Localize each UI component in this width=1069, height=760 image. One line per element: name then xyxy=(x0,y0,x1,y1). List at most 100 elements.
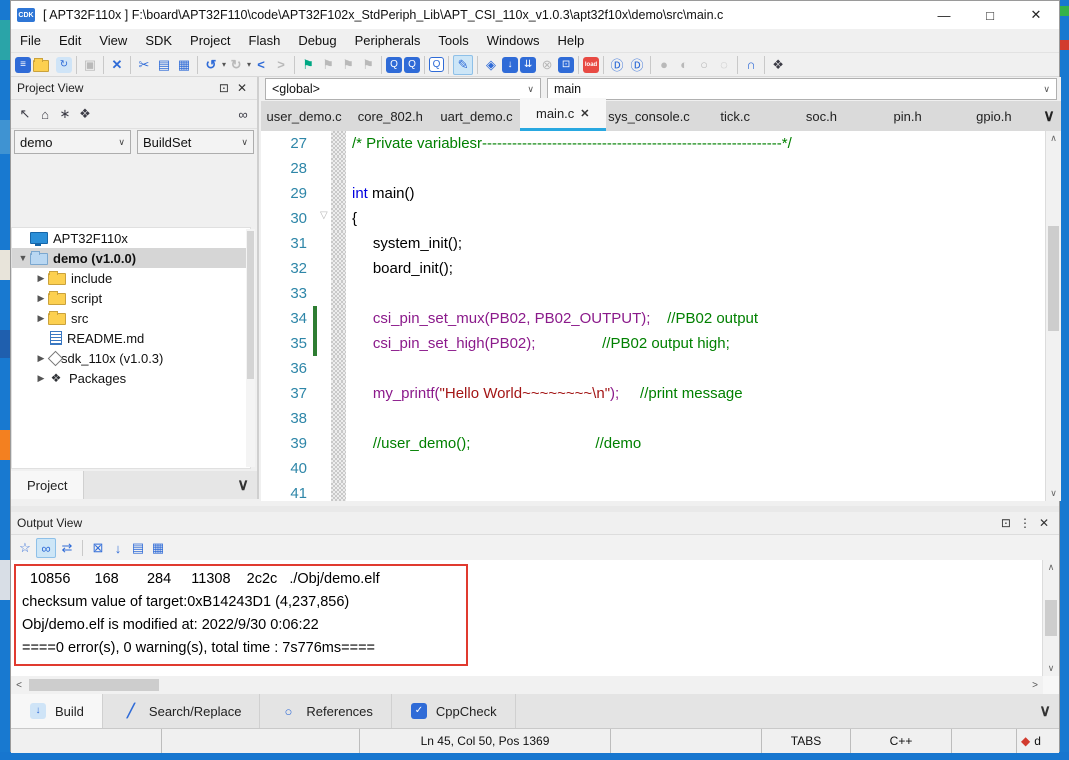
menu-item-flash[interactable]: Flash xyxy=(240,29,290,53)
dropdown-caret-icon[interactable]: ▾ xyxy=(222,60,226,69)
close-button[interactable]: ✕ xyxy=(1013,1,1059,29)
tab-sys_console-c[interactable]: sys_console.c xyxy=(606,101,692,131)
undo-icon[interactable]: ↺ xyxy=(202,56,220,74)
tree-item-include[interactable]: ▶include xyxy=(12,268,250,288)
menu-item-windows[interactable]: Windows xyxy=(478,29,549,53)
expander-icon[interactable]: ▶ xyxy=(34,273,48,284)
debug-alt-icon[interactable]: Ⓓ xyxy=(628,56,646,74)
favorite-icon[interactable]: ☆ xyxy=(16,539,34,557)
menu-item-view[interactable]: View xyxy=(90,29,136,53)
output-horizontal-scrollbar[interactable]: < > xyxy=(11,676,1043,694)
scroll-up-icon[interactable]: ∧ xyxy=(1046,131,1061,146)
link-icon[interactable]: ∞ xyxy=(36,538,56,558)
tab-cppcheck[interactable]: ✓CppCheck xyxy=(392,694,516,728)
title-bar[interactable]: CDK [ APT32F110x ] F:\board\APT32F110\co… xyxy=(11,1,1059,29)
close-panel-icon[interactable]: ✕ xyxy=(233,81,251,95)
maximize-button[interactable]: □ xyxy=(967,1,1013,29)
breakpoint-icon[interactable]: ● xyxy=(655,56,673,74)
bookmark-icon[interactable]: ⚑ xyxy=(299,56,317,74)
tree-item-packages[interactable]: ▶❖Packages xyxy=(12,368,250,388)
breakpoint-clear-icon[interactable]: ◌ xyxy=(715,56,733,74)
find-in-files-icon[interactable]: Q xyxy=(429,57,444,72)
packages-icon[interactable]: ❖ xyxy=(76,105,94,123)
expander-icon[interactable]: ▶ xyxy=(34,353,48,364)
tab-gpio-h[interactable]: gpio.h xyxy=(951,101,1037,131)
tab-soc-h[interactable]: soc.h xyxy=(778,101,864,131)
tree-item-demo[interactable]: ▼demo (v1.0.0) xyxy=(12,248,250,268)
expander-icon[interactable]: ▶ xyxy=(34,313,48,324)
expander-icon[interactable]: ▶ xyxy=(34,293,48,304)
fold-collapse-icon[interactable]: ▽ xyxy=(320,210,328,221)
close-file-icon[interactable]: ✕ xyxy=(108,56,126,74)
menu-item-sdk[interactable]: SDK xyxy=(136,29,181,53)
package-manager-icon[interactable]: ❖ xyxy=(769,56,787,74)
tab-uart_demo-c[interactable]: uart_demo.c xyxy=(433,101,519,131)
tab-search-replace[interactable]: ╱Search/Replace xyxy=(103,694,261,728)
vcs-indicator[interactable]: ◆ d xyxy=(1017,729,1059,753)
menu-item-help[interactable]: Help xyxy=(549,29,594,53)
tab-pin-h[interactable]: pin.h xyxy=(865,101,951,131)
minimize-button[interactable]: — xyxy=(921,1,967,29)
paste-output-icon[interactable]: ▦ xyxy=(149,539,167,557)
tree-item-sdk_110x[interactable]: ▶sdk_110x (v1.0.3) xyxy=(12,348,250,368)
copy-icon[interactable]: ▤ xyxy=(155,56,173,74)
float-panel-icon[interactable]: ⊡ xyxy=(215,81,233,95)
scrollbar-thumb[interactable] xyxy=(1048,226,1059,331)
close-panel-icon[interactable]: ✕ xyxy=(1035,516,1053,530)
copy-output-icon[interactable]: ▤ xyxy=(129,539,147,557)
scope-dropdown[interactable]: <global> ∨ xyxy=(265,78,541,100)
expander-icon[interactable]: ▼ xyxy=(16,253,30,263)
flash-download-icon[interactable]: ↓ xyxy=(502,57,518,73)
sync-icon[interactable]: ↻ xyxy=(56,57,72,73)
open-folder-icon[interactable] xyxy=(33,56,54,74)
target-dropdown[interactable]: demo ∨ xyxy=(14,130,131,154)
clear-output-icon[interactable]: ⊠ xyxy=(89,539,107,557)
expander-icon[interactable]: ▶ xyxy=(34,373,48,384)
tree-item-src[interactable]: ▶src xyxy=(12,308,250,328)
bookmark-next-icon[interactable]: ⚑ xyxy=(319,56,337,74)
chevron-down-icon[interactable]: ∨ xyxy=(1039,701,1059,721)
tree-item-readme.md[interactable]: README.md xyxy=(12,328,250,348)
flash-download-all-icon[interactable]: ⇊ xyxy=(520,57,536,73)
nav-back-icon[interactable]: < xyxy=(252,56,270,74)
close-tab-icon[interactable]: ✕ xyxy=(580,107,589,120)
output-vertical-scrollbar[interactable]: ∧ ∨ xyxy=(1042,560,1059,676)
scrollbar-thumb[interactable] xyxy=(29,679,159,691)
menu-item-file[interactable]: File xyxy=(11,29,50,53)
tab-core_802-h[interactable]: core_802.h xyxy=(347,101,433,131)
new-file-icon[interactable]: ≡ xyxy=(15,57,31,73)
project-tree-scrollbar[interactable] xyxy=(246,229,255,467)
scroll-up-icon[interactable]: ∧ xyxy=(1043,560,1059,575)
debug-icon[interactable]: Ⓓ xyxy=(608,56,626,74)
tab-tick-c[interactable]: tick.c xyxy=(692,101,778,131)
bookmark-prev-icon[interactable]: ⚑ xyxy=(339,56,357,74)
menu-item-edit[interactable]: Edit xyxy=(50,29,90,53)
menu-item-debug[interactable]: Debug xyxy=(289,29,345,53)
tab-overflow-icon[interactable]: ∨ xyxy=(1037,106,1061,126)
menu-item-tools[interactable]: Tools xyxy=(429,29,477,53)
redo-icon[interactable]: ↻ xyxy=(227,56,245,74)
search-in-doc-icon[interactable]: Q xyxy=(404,57,420,73)
editor-vertical-scrollbar[interactable]: ∧ ∨ xyxy=(1045,131,1061,501)
menu-item-project[interactable]: Project xyxy=(181,29,239,53)
tab-project[interactable]: Project xyxy=(11,471,84,499)
tree-item-apt32f110x[interactable]: APT32F110x xyxy=(12,228,250,248)
tab-build[interactable]: ↓Build xyxy=(11,694,103,728)
erase-chip-icon[interactable]: ⊡ xyxy=(558,57,574,73)
breakpoint-condition-icon[interactable]: ◐ xyxy=(675,56,693,74)
search-icon[interactable]: Q xyxy=(386,57,402,73)
panel-menu-icon[interactable]: ⋮ xyxy=(1015,516,1035,530)
save-icon[interactable]: ▣ xyxy=(81,56,99,74)
breakpoint-disable-icon[interactable]: ○ xyxy=(695,56,713,74)
scroll-left-icon[interactable]: < xyxy=(11,680,27,691)
word-wrap-icon[interactable]: ⇄ xyxy=(58,539,76,557)
edit-mode-icon[interactable]: ✎ xyxy=(453,55,473,75)
link-icon[interactable]: ∞ xyxy=(234,105,252,123)
paste-icon[interactable]: ▦ xyxy=(175,56,193,74)
scroll-down-icon[interactable]: ∨ xyxy=(1043,661,1059,676)
tab-references[interactable]: ○References xyxy=(260,694,391,728)
stop-icon[interactable]: ⊗ xyxy=(538,56,556,74)
scroll-down-icon[interactable]: ∨ xyxy=(1046,486,1061,501)
nav-forward-icon[interactable]: > xyxy=(272,56,290,74)
symbol-dropdown[interactable]: main ∨ xyxy=(547,78,1057,100)
